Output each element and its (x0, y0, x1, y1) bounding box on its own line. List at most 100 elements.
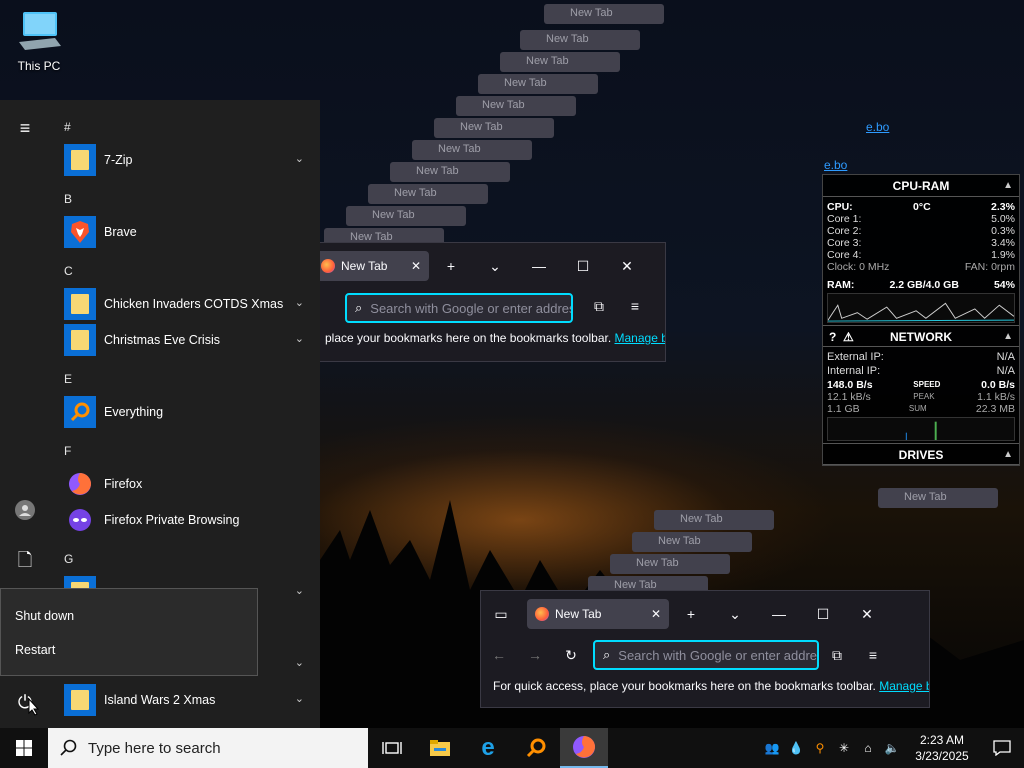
app-item-7zip[interactable]: 7-Zip ⌄ (64, 144, 304, 176)
url-bar[interactable]: ⌕ Search with Google or enter address (345, 293, 573, 323)
file-explorer-button[interactable] (416, 728, 464, 768)
ghost-window[interactable]: New Tab (500, 52, 700, 76)
search-icon: ⌕ (355, 300, 363, 315)
ghost-window[interactable]: New Tab (478, 74, 678, 98)
tab-manager-icon[interactable]: ▭ (481, 606, 521, 623)
everything-search-button[interactable] (512, 728, 560, 768)
taskbar-search-box[interactable]: Type here to search (48, 728, 368, 768)
minimize-button[interactable]: — (757, 606, 801, 622)
start-button[interactable] (0, 728, 48, 768)
volume-icon[interactable]: 🔈 (880, 741, 904, 755)
snowflake-icon[interactable]: ✳ (832, 741, 856, 755)
clock[interactable]: 2:23 AM 3/23/2025 (904, 732, 980, 764)
back-arrow-icon[interactable]: ← (481, 647, 517, 663)
close-tab-icon[interactable]: ✕ (411, 259, 421, 273)
chevron-down-icon[interactable]: ⌄ (295, 152, 304, 165)
people-icon[interactable]: 👥 (760, 741, 784, 755)
ghost-window[interactable]: New Tab (878, 488, 1024, 512)
ghost-window[interactable]: New Tab (520, 30, 720, 54)
hamburger-menu-icon[interactable]: ≡ (13, 118, 37, 142)
group-header[interactable]: C (64, 264, 73, 278)
core-row: Core 3: 3.4% (827, 237, 1015, 249)
close-window-button[interactable]: ✕ (845, 606, 889, 623)
maximize-button[interactable]: ☐ (561, 258, 605, 275)
droplet-icon[interactable]: 💧 (784, 741, 808, 755)
close-window-button[interactable]: ✕ (605, 258, 649, 275)
documents-icon[interactable]: 🗋 (13, 548, 37, 572)
collapse-icon[interactable]: ▲ (1003, 175, 1013, 197)
chevron-down-icon[interactable]: ⌄ (295, 656, 304, 669)
collapse-icon[interactable]: ▲ (1003, 444, 1013, 466)
group-header[interactable]: G (64, 552, 73, 566)
network-icon[interactable]: ⌂ (856, 741, 880, 755)
close-tab-icon[interactable]: ✕ (651, 607, 661, 621)
private-browsing-icon (64, 504, 96, 536)
ghost-window[interactable]: New Tab (434, 118, 634, 142)
minimize-button[interactable]: — (517, 258, 561, 274)
chevron-down-icon[interactable]: ⌄ (713, 606, 757, 623)
task-view-button[interactable] (368, 728, 416, 768)
shut-down-option[interactable]: Shut down (1, 599, 257, 633)
taskbar: Type here to search e 👥 💧 ⚲ ✳ ⌂ 🔈 2:23 A… (0, 728, 1024, 768)
magnifier-icon[interactable]: ⚲ (808, 741, 832, 755)
url-bar[interactable]: ⌕ Search with Google or enter address (593, 640, 819, 670)
app-item-island-wars[interactable]: Island Wars 2 Xmas ⌄ (64, 684, 304, 716)
restart-option[interactable]: Restart (1, 633, 257, 667)
manage-bookmarks-link[interactable]: Manage bo (879, 679, 929, 693)
extensions-icon[interactable]: ⧉ (581, 298, 617, 315)
ghost-window[interactable]: New Tab (456, 96, 656, 120)
tab-strip: New Tab ✕ + ⌄ — ☐ ✕ (313, 243, 665, 289)
chevron-down-icon[interactable]: ⌄ (295, 584, 304, 597)
extensions-icon[interactable]: ⧉ (819, 647, 855, 664)
ghost-window[interactable]: New Tab (654, 510, 854, 534)
side-link[interactable]: e.bo (824, 158, 847, 172)
folder-icon (64, 288, 96, 320)
collapse-icon[interactable]: ▲ (1003, 326, 1013, 348)
magnifier-icon (526, 738, 546, 758)
chevron-down-icon[interactable]: ⌄ (295, 692, 304, 705)
user-avatar-icon[interactable] (13, 500, 37, 524)
chevron-down-icon[interactable]: ⌄ (295, 332, 304, 345)
ghost-window[interactable]: New Tab (346, 206, 546, 230)
tab-new-tab[interactable]: New Tab ✕ (527, 599, 669, 629)
firefox-window-upper[interactable]: New Tab ✕ + ⌄ — ☐ ✕ ⌕ Search with Google… (313, 242, 666, 362)
help-icon[interactable]: ? (829, 326, 836, 348)
group-header[interactable]: F (64, 444, 71, 458)
app-item-firefox-private[interactable]: Firefox Private Browsing (64, 504, 304, 536)
app-item-christmas-eve-crisis[interactable]: Christmas Eve Crisis ⌄ (64, 324, 304, 356)
group-header[interactable]: B (64, 192, 72, 206)
core-row: Core 4: 1.9% (827, 249, 1015, 261)
menu-icon[interactable]: ≡ (617, 298, 653, 314)
app-item-chicken-invaders[interactable]: Chicken Invaders COTDS Xmas ⌄ (64, 288, 304, 320)
chevron-down-icon[interactable]: ⌄ (295, 296, 304, 309)
chevron-down-icon[interactable]: ⌄ (473, 258, 517, 275)
system-tray: 👥 💧 ⚲ ✳ ⌂ 🔈 2:23 AM 3/23/2025 (760, 728, 1024, 768)
internet-explorer-button[interactable]: e (464, 728, 512, 768)
menu-icon[interactable]: ≡ (855, 647, 891, 663)
new-tab-button[interactable]: + (669, 606, 713, 622)
ghost-window[interactable]: New Tab (412, 140, 612, 164)
ghost-window[interactable]: New Tab (544, 4, 744, 28)
group-header[interactable]: E (64, 372, 72, 386)
ghost-window[interactable]: New Tab (368, 184, 568, 208)
cpu-row: CPU: 0°C 2.3% (827, 201, 1015, 213)
group-header[interactable]: # (64, 120, 71, 134)
new-tab-button[interactable]: + (429, 258, 473, 274)
manage-bookmarks-link[interactable]: Manage bo (615, 331, 666, 345)
side-link[interactable]: e.bo (866, 120, 889, 134)
tab-new-tab[interactable]: New Tab ✕ (313, 251, 429, 281)
firefox-window-lower[interactable]: ▭ New Tab ✕ + ⌄ — ☐ ✕ ← → ↻ ⌕ Search wit… (480, 590, 930, 708)
desktop-icon-this-pc[interactable]: This PC (8, 8, 70, 80)
ghost-window[interactable]: New Tab (632, 532, 832, 556)
ghost-window[interactable]: New Tab (390, 162, 590, 186)
app-item-everything[interactable]: Everything (64, 396, 304, 428)
app-item-firefox[interactable]: Firefox (64, 468, 304, 500)
action-center-button[interactable] (980, 728, 1024, 768)
reload-icon[interactable]: ↻ (553, 647, 589, 664)
ghost-window[interactable]: New Tab (610, 554, 810, 578)
ram-row: RAM: 2.2 GB/4.0 GB 54% (827, 279, 1015, 291)
firefox-taskbar-button[interactable] (560, 728, 608, 768)
forward-arrow-icon[interactable]: → (517, 647, 553, 663)
app-item-brave[interactable]: Brave (64, 216, 304, 248)
maximize-button[interactable]: ☐ (801, 606, 845, 623)
